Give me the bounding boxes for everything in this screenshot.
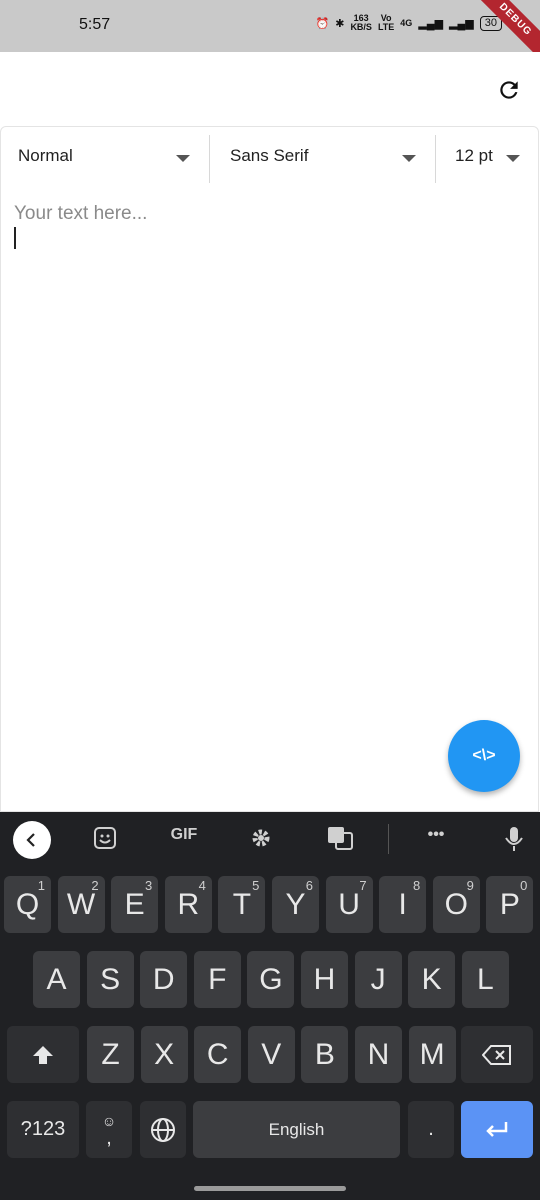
chevron-left-icon <box>26 833 35 847</box>
key-label: I <box>398 887 407 921</box>
comma-key[interactable]: ☺ , <box>86 1101 132 1158</box>
key-label: O <box>444 887 468 921</box>
key-k[interactable]: K <box>408 951 456 1008</box>
status-icons: ⏰ ✱ 163 KB/S Vo LTE 4G ▂▄▆ ▂▄▆ 30 <box>316 14 502 32</box>
key-hint-number: 1 <box>37 878 45 893</box>
key-i[interactable]: 8I <box>379 876 427 933</box>
key-hint-number: 2 <box>91 878 99 893</box>
sticker-icon[interactable] <box>92 826 118 850</box>
key-g[interactable]: G <box>247 951 295 1008</box>
key-label: P <box>499 887 520 921</box>
gif-button[interactable]: GIF <box>166 826 202 844</box>
font-family-value: Sans Serif <box>230 146 309 165</box>
rich-text-editor: Normal Sans Serif 12 pt Your text here..… <box>0 126 539 812</box>
key-n[interactable]: N <box>355 1026 402 1083</box>
network-speed: 163 KB/S <box>350 13 372 32</box>
key-r[interactable]: 4R <box>164 876 212 933</box>
key-c[interactable]: C <box>194 1026 242 1083</box>
keyboard-back-button[interactable] <box>13 821 51 859</box>
editor-placeholder[interactable]: Your text here... <box>14 203 147 225</box>
chevron-down-icon <box>176 155 190 162</box>
shift-arrow-icon <box>33 1045 53 1064</box>
key-f[interactable]: F <box>193 951 241 1008</box>
key-label: U <box>338 887 360 921</box>
backspace-icon <box>482 1044 511 1065</box>
key-label: Y <box>285 887 306 921</box>
font-size-dropdown[interactable]: 12 pt <box>436 127 540 185</box>
keyboard-toolbar: GIF ••• <box>0 812 540 867</box>
key-t[interactable]: 5T <box>218 876 266 933</box>
key-hint-number: 6 <box>305 878 313 893</box>
key-hint-number: 7 <box>359 878 367 893</box>
status-time: 5:57 <box>79 16 111 33</box>
key-hint-number: 5 <box>252 878 260 893</box>
key-hint-number: 4 <box>198 878 206 893</box>
refresh-icon[interactable] <box>496 77 522 103</box>
editor-toolbar: Normal Sans Serif 12 pt <box>1 127 538 185</box>
key-q[interactable]: 1Q <box>4 876 51 933</box>
paragraph-style-value: Normal <box>18 146 73 165</box>
signal-icon-2: ▂▄▆ <box>449 17 474 30</box>
microphone-icon[interactable] <box>502 826 526 852</box>
gesture-nav-bar <box>194 1186 346 1191</box>
globe-icon <box>151 1117 175 1142</box>
key-hint-number: 3 <box>144 878 153 893</box>
key-a[interactable]: A <box>33 951 80 1008</box>
bluetooth-icon: ✱ <box>335 17 345 30</box>
text-cursor <box>14 227 16 249</box>
key-y[interactable]: 6Y <box>272 876 319 933</box>
backspace-key[interactable] <box>461 1026 533 1083</box>
enter-arrow-icon <box>486 1121 508 1137</box>
key-label: Q <box>15 887 40 921</box>
font-family-dropdown[interactable]: Sans Serif <box>210 127 435 185</box>
key-e[interactable]: 3E <box>111 876 159 933</box>
font-size-value: 12 pt <box>455 146 493 165</box>
chevron-down-icon <box>506 155 520 162</box>
key-l[interactable]: L <box>461 951 509 1008</box>
app-bar <box>0 52 540 126</box>
key-hint-number: 9 <box>466 878 474 893</box>
signal-icon: ▂▄▆ <box>418 17 444 30</box>
symbols-key[interactable]: ?123 <box>7 1101 79 1158</box>
key-z[interactable]: Z <box>87 1026 134 1083</box>
html-view-button[interactable]: <\> <box>448 720 520 792</box>
key-p[interactable]: 0P <box>486 876 534 933</box>
more-options-icon[interactable]: ••• <box>424 826 448 844</box>
status-bar: 5:57 ⏰ ✱ 163 KB/S Vo LTE 4G ▂▄▆ ▂▄▆ 30 D… <box>0 0 540 66</box>
key-hint-number: 0 <box>520 878 528 893</box>
key-x[interactable]: X <box>140 1026 188 1083</box>
key-h[interactable]: H <box>301 951 348 1008</box>
period-key[interactable]: . <box>408 1101 454 1158</box>
alarm-icon: ⏰ <box>315 17 330 30</box>
chevron-down-icon <box>402 155 416 162</box>
key-d[interactable]: D <box>140 951 188 1008</box>
soft-keyboard: GIF ••• ?123 ☺ , English . 1Q2W3E4R5T6Y7… <box>0 812 540 1200</box>
key-m[interactable]: M <box>408 1026 456 1083</box>
key-label: R <box>177 887 200 921</box>
key-s[interactable]: S <box>86 951 134 1008</box>
enter-key[interactable] <box>461 1101 533 1158</box>
key-label: T <box>232 887 252 921</box>
paragraph-style-dropdown[interactable]: Normal <box>1 127 208 185</box>
settings-gear-icon[interactable] <box>248 826 274 850</box>
shift-key[interactable] <box>7 1026 79 1083</box>
key-j[interactable]: J <box>354 951 402 1008</box>
volte-indicator: Vo LTE <box>377 13 395 32</box>
key-u[interactable]: 7U <box>325 876 373 933</box>
key-hint-number: 8 <box>412 878 421 893</box>
key-o[interactable]: 9O <box>432 876 480 933</box>
key-v[interactable]: V <box>247 1026 295 1083</box>
translate-icon[interactable] <box>327 826 353 850</box>
space-bar[interactable]: English <box>193 1101 400 1158</box>
network-type: 4G <box>400 18 413 28</box>
language-key[interactable] <box>140 1101 186 1158</box>
key-b[interactable]: B <box>301 1026 349 1083</box>
keyboard-toolbar-divider <box>388 824 389 854</box>
key-label: E <box>124 887 145 921</box>
key-w[interactable]: 2W <box>57 876 105 933</box>
